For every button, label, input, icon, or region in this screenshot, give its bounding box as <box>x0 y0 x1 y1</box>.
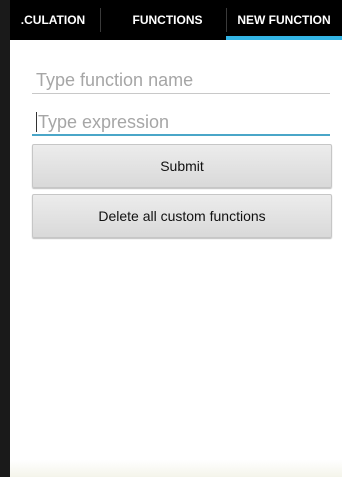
window-edge <box>0 0 10 477</box>
tab-new-function[interactable]: NEW FUNCTION <box>226 0 342 40</box>
tab-functions[interactable]: FUNCTIONS <box>110 0 225 40</box>
text-cursor <box>36 112 37 132</box>
tab-divider <box>100 8 101 32</box>
tab-bar: .CULATION FUNCTIONS NEW FUNCTION <box>10 0 342 40</box>
expression-field[interactable]: Type expression <box>32 108 330 136</box>
function-name-field[interactable]: Type function name <box>32 66 330 94</box>
selected-tab-indicator <box>226 36 342 40</box>
app-content: .CULATION FUNCTIONS NEW FUNCTION Type fu… <box>10 0 342 477</box>
function-name-placeholder: Type function name <box>36 70 194 90</box>
expression-placeholder: Type expression <box>38 112 170 132</box>
bottom-edge <box>10 460 342 477</box>
submit-button[interactable]: Submit <box>32 144 332 188</box>
screen: .CULATION FUNCTIONS NEW FUNCTION Type fu… <box>0 0 342 477</box>
delete-all-custom-functions-button[interactable]: Delete all custom functions <box>32 194 332 238</box>
tab-calculation[interactable]: .CULATION <box>8 0 98 40</box>
